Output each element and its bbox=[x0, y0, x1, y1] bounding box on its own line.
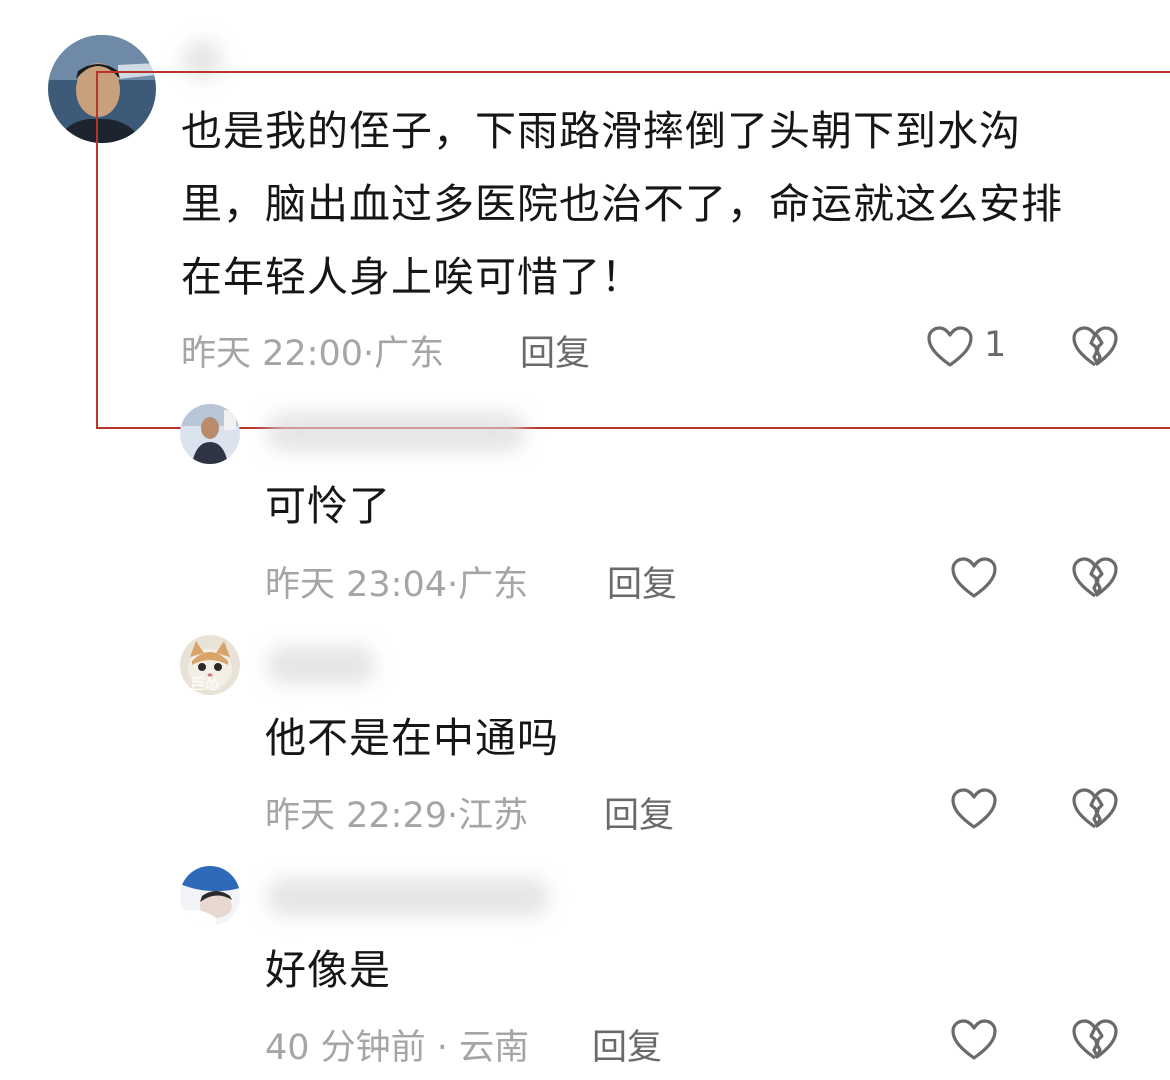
broken-heart-icon[interactable] bbox=[1071, 323, 1119, 371]
broken-heart-icon[interactable] bbox=[1071, 785, 1119, 833]
reply-button[interactable]: 回复 bbox=[520, 325, 590, 376]
comment-text: 可怜了 bbox=[265, 482, 391, 530]
comment-meta: 昨天 22:29·江苏 bbox=[265, 787, 528, 838]
username-blurred[interactable] bbox=[266, 877, 550, 917]
comment-location: 江苏 bbox=[458, 796, 529, 836]
meta-separator: · bbox=[363, 334, 375, 374]
meta-separator: · bbox=[447, 565, 459, 605]
comment-location: 云南 bbox=[459, 1028, 530, 1068]
heart-outline-icon[interactable] bbox=[950, 785, 998, 833]
reply-button[interactable]: 回复 bbox=[607, 556, 677, 607]
comment-meta: 40 分钟前 · 云南 bbox=[265, 1019, 529, 1070]
username-blurred[interactable] bbox=[266, 645, 376, 685]
comment-text: 他不是在中通吗 bbox=[265, 714, 559, 762]
comment-location: 广东 bbox=[374, 334, 445, 374]
like-count: 1 bbox=[984, 325, 1007, 365]
heart-outline-icon[interactable] bbox=[950, 1016, 998, 1064]
comment-text: 好像是 bbox=[265, 946, 391, 994]
comment-location: 广东 bbox=[458, 565, 529, 605]
avatar[interactable] bbox=[48, 35, 156, 143]
avatar[interactable] bbox=[180, 866, 240, 926]
comment-time: 40 分钟前 bbox=[265, 1028, 426, 1068]
meta-separator: · bbox=[425, 1028, 460, 1068]
avatar-badge: 巨怂 bbox=[190, 675, 221, 693]
heart-outline-icon[interactable] bbox=[926, 323, 974, 371]
meta-separator: · bbox=[447, 796, 459, 836]
comment-text: 也是我的侄子，下雨路滑摔倒了头朝下到水沟 里，脑出血过多医院也治不了，命运就这么… bbox=[181, 107, 1063, 301]
heart-outline-icon[interactable] bbox=[950, 554, 998, 602]
broken-heart-icon[interactable] bbox=[1071, 1016, 1119, 1064]
avatar[interactable] bbox=[180, 404, 240, 464]
avatar[interactable]: 巨怂 bbox=[180, 635, 240, 695]
comment-meta: 昨天 23:04·广东 bbox=[265, 556, 528, 607]
username-blurred[interactable] bbox=[266, 412, 526, 452]
comment-meta: 昨天 22:00·广东 bbox=[181, 325, 444, 376]
broken-heart-icon[interactable] bbox=[1071, 554, 1119, 602]
comment-time: 昨天 22:29 bbox=[265, 796, 447, 836]
reply-button[interactable]: 回复 bbox=[592, 1019, 662, 1070]
reply-button[interactable]: 回复 bbox=[604, 787, 674, 838]
comment-time: 昨天 22:00 bbox=[181, 334, 363, 374]
comment-time: 昨天 23:04 bbox=[265, 565, 447, 605]
username-blurred[interactable] bbox=[182, 40, 222, 80]
